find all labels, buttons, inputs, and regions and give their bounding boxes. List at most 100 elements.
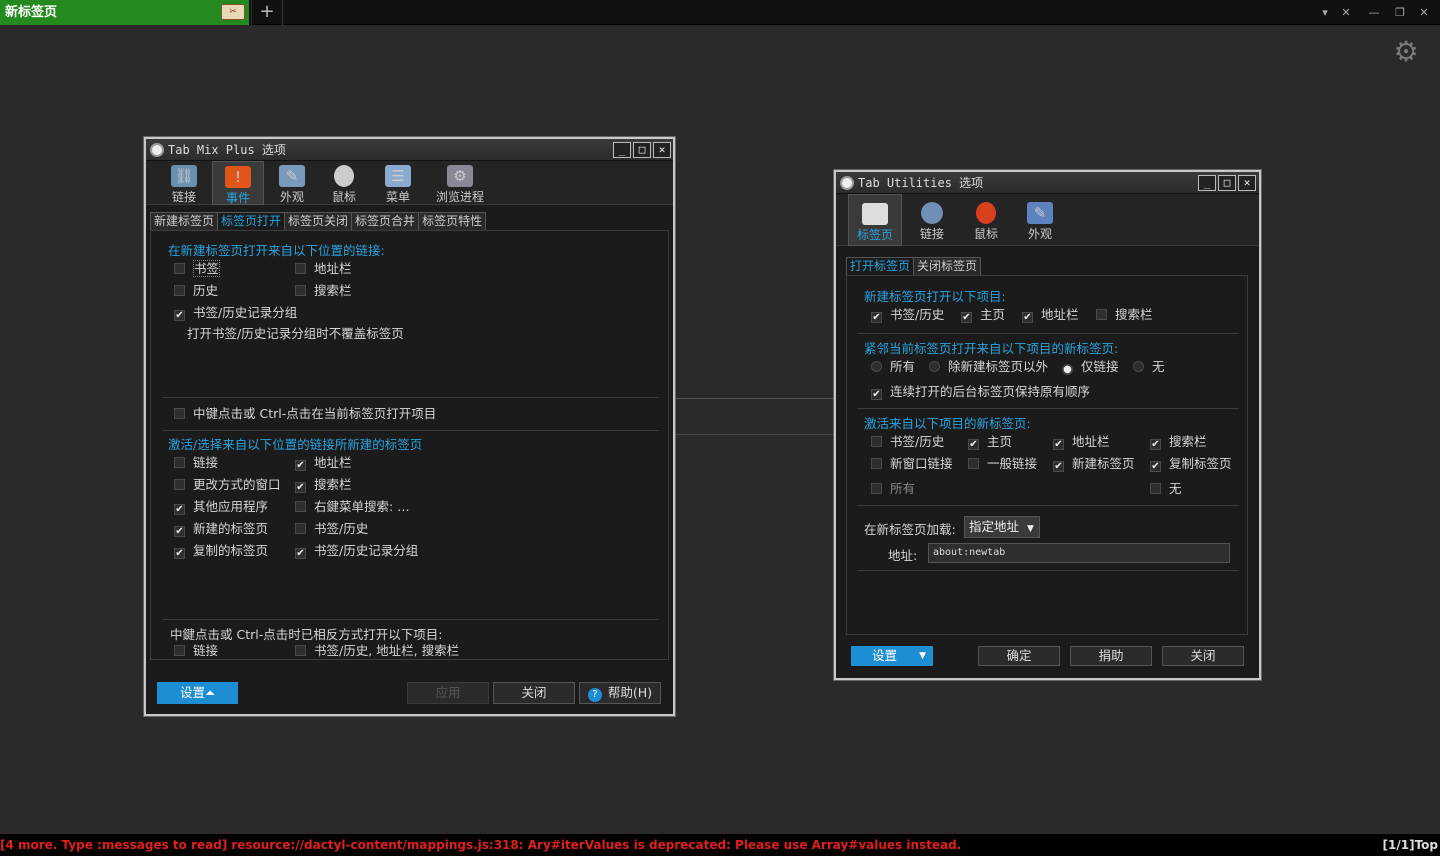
- checkmark-icon: ✔: [1150, 461, 1161, 472]
- apply-button[interactable]: 应用: [407, 682, 489, 704]
- help-icon: ?: [587, 688, 602, 702]
- checkbox-box: [174, 645, 185, 656]
- checkmark-icon: ✔: [871, 389, 882, 400]
- mouse-icon: [976, 202, 996, 224]
- tab-favicon-icon: ✂: [221, 4, 245, 20]
- checkbox-urlbar[interactable]: ✔ 地址栏: [295, 455, 352, 471]
- radio-links-only[interactable]: ● 仅链接: [1062, 359, 1119, 375]
- checkbox-context-search[interactable]: 右鍵菜单搜索: …: [295, 499, 410, 515]
- tab-title: 新标签页: [5, 5, 58, 20]
- radio-except-new-tabs[interactable]: 除新建标签页以外: [929, 359, 1048, 375]
- options-toolbar: 标签页 链接 鼠标 ✎ 外观: [836, 194, 1259, 246]
- checkbox-history[interactable]: 历史: [174, 283, 218, 299]
- close-window-button[interactable]: ✕: [1414, 0, 1434, 25]
- checkbox-searchbar[interactable]: ✔ 搜索栏: [1150, 434, 1207, 450]
- gear-icon[interactable]: ⚙: [1390, 36, 1422, 68]
- close-button[interactable]: ✕: [1238, 175, 1256, 191]
- checkbox-all[interactable]: 所有: [871, 481, 915, 497]
- subtab-open-tabs[interactable]: 打开标签页: [846, 257, 915, 275]
- ok-button[interactable]: 确定: [978, 646, 1060, 666]
- settings-button[interactable]: 设置⏶: [157, 682, 238, 704]
- checkbox-searchbar[interactable]: 搜索栏: [295, 283, 352, 299]
- checkbox-new-tab[interactable]: ✔ 新建标签页: [1053, 456, 1135, 472]
- checkbox-links[interactable]: 链接: [174, 455, 218, 471]
- checkbox-urlbar[interactable]: ✔ 地址栏: [1022, 307, 1079, 323]
- checkbox-bookmark-group[interactable]: ✔ 书签/历史记录分组: [295, 543, 418, 559]
- subtab-tab-close[interactable]: 标签页关闭: [284, 212, 353, 230]
- checkbox-keep-order[interactable]: ✔ 连续打开的后台标签页保持原有顺序: [871, 384, 1090, 400]
- checkbox-urlbar[interactable]: ✔ 地址栏: [1053, 434, 1110, 450]
- checkbox-links-reverse[interactable]: 链接: [174, 643, 218, 659]
- checkbox-box: [174, 479, 185, 490]
- subtab-tab-open[interactable]: 标签页打开: [217, 212, 286, 230]
- toolbar-links[interactable]: ⛓ 链接: [162, 161, 206, 205]
- checkbox-other-apps[interactable]: ✔ 其他应用程序: [174, 499, 268, 515]
- toolbar-mouse[interactable]: 鼠标: [962, 194, 1010, 246]
- toolbar-events[interactable]: ! 事件: [212, 161, 264, 205]
- help-button[interactable]: ? 帮助(H): [579, 682, 661, 704]
- close-button[interactable]: 关闭: [1162, 646, 1244, 666]
- checkbox-duplicate-tab[interactable]: ✔ 复制标签页: [1150, 456, 1232, 472]
- close-button[interactable]: 关闭: [493, 682, 575, 704]
- donate-button[interactable]: 捐助: [1070, 646, 1152, 666]
- checkbox-bookmarks[interactable]: 书签: [174, 260, 221, 277]
- checkbox-normal-links[interactable]: 一般链接: [968, 456, 1037, 472]
- toolbar-appearance[interactable]: ✎ 外观: [270, 161, 314, 205]
- minimize-button[interactable]: —: [1364, 0, 1384, 25]
- checkbox-bookmarks-history[interactable]: 书签/历史: [871, 434, 944, 450]
- checkbox-urlbar[interactable]: 地址栏: [295, 261, 352, 277]
- checkmark-icon: ✔: [1022, 312, 1033, 323]
- radio-none[interactable]: 无: [1133, 359, 1165, 375]
- close-tab-button[interactable]: ✕: [1336, 0, 1356, 25]
- radio-all[interactable]: 所有: [871, 359, 915, 375]
- settings-button[interactable]: 设置 ▼: [851, 646, 933, 666]
- new-tab-button[interactable]: +: [251, 0, 283, 25]
- checkbox-none[interactable]: 无: [1150, 481, 1182, 497]
- checkbox-homepage[interactable]: ✔ 主页: [968, 434, 1012, 450]
- divider: [857, 408, 1239, 409]
- toolbar-mouse[interactable]: 鼠标: [322, 161, 366, 205]
- checkbox-bookmarks-reverse[interactable]: 书签/历史, 地址栏, 搜索栏: [295, 643, 459, 659]
- radio-circle: [871, 361, 882, 372]
- checkbox-new-tabs[interactable]: ✔ 新建的标签页: [174, 521, 268, 537]
- dialog-title: Tab Utilities 选项: [858, 176, 984, 190]
- appearance-icon: ✎: [279, 165, 305, 187]
- minimize-button[interactable]: _: [613, 142, 631, 158]
- close-button[interactable]: ✕: [653, 142, 671, 158]
- subtab-tab-merge[interactable]: 标签页合并: [351, 212, 420, 230]
- toolbar-menu[interactable]: ☰ 菜单: [376, 161, 420, 205]
- toolbar-session[interactable]: ⚙ 浏览进程: [434, 161, 486, 205]
- toolbar-appearance[interactable]: ✎ 外观: [1016, 194, 1064, 246]
- minimize-button[interactable]: _: [1198, 175, 1216, 191]
- options-panel: 在新建标签页打开来自以下位置的链接: 书签 地址栏 历史 搜索栏 ✔ 书签/历史记…: [150, 230, 669, 660]
- scroll-position: [1/1]Top: [1382, 838, 1438, 852]
- checkbox-new-window-links[interactable]: 新窗口链接: [871, 456, 953, 472]
- chevron-up-icon: ⏶: [205, 685, 216, 700]
- load-dropdown[interactable]: 指定地址 ▼: [964, 516, 1040, 538]
- message-count[interactable]: [4 more. Type :messages to read]: [0, 838, 227, 852]
- subtab-tab-features[interactable]: 标签页特性: [418, 212, 487, 230]
- subtab-new-tab[interactable]: 新建标签页: [150, 212, 219, 230]
- checkbox-middle-click-current[interactable]: 中键点击或 Ctrl-点击在当前标签页打开项目: [174, 406, 436, 422]
- checkmark-icon: ✔: [174, 526, 185, 537]
- checkbox-bookmark-group[interactable]: ✔ 书签/历史记录分组: [174, 305, 297, 321]
- maximize-button[interactable]: □: [633, 142, 651, 158]
- toolbar-tabs[interactable]: 标签页: [848, 194, 902, 246]
- address-input[interactable]: about:newtab: [928, 543, 1230, 563]
- maximize-button[interactable]: □: [1218, 175, 1236, 191]
- checkmark-icon: ✔: [174, 504, 185, 515]
- checkbox-searchbar[interactable]: 搜索栏: [1096, 307, 1153, 323]
- restore-button[interactable]: ❐: [1390, 0, 1410, 25]
- checkbox-duplicated-tabs[interactable]: ✔ 复制的标签页: [174, 543, 268, 559]
- tab-active[interactable]: 新标签页 ✂: [0, 0, 249, 25]
- checkbox-bookmark-history[interactable]: 书签/历史: [295, 521, 368, 537]
- list-all-tabs-button[interactable]: ▾: [1315, 0, 1335, 25]
- checkbox-homepage[interactable]: ✔ 主页: [961, 307, 1005, 323]
- checkbox-diverted-window[interactable]: 更改方式的窗口: [174, 477, 281, 493]
- checkbox-searchbar[interactable]: ✔ 搜索栏: [295, 477, 352, 493]
- subtab-close-tabs[interactable]: 关闭标签页: [913, 257, 982, 275]
- divider: [163, 430, 659, 431]
- radio-circle: [1133, 361, 1144, 372]
- checkbox-bookmarks-history[interactable]: ✔ 书签/历史: [871, 307, 944, 323]
- toolbar-links[interactable]: 链接: [908, 194, 956, 246]
